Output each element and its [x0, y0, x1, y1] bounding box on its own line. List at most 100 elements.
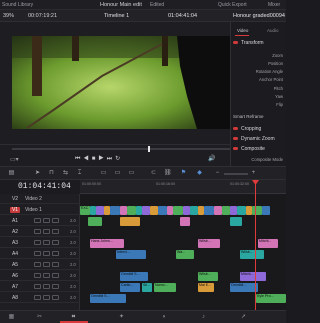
video-clip[interactable]	[173, 206, 183, 215]
mixer-button[interactable]: Mixer	[268, 2, 280, 8]
audio-clip[interactable]: Wilsb...	[198, 239, 220, 248]
video-clip[interactable]	[214, 206, 222, 215]
audio-clip[interactable]: Mitchl...	[240, 272, 266, 281]
video-clip[interactable]	[150, 206, 158, 215]
zoom-slider[interactable]	[224, 173, 248, 175]
track-buttons[interactable]	[34, 251, 64, 257]
audio-clip[interactable]: Mal E...	[198, 283, 214, 292]
flip-field[interactable]: Flip	[276, 102, 283, 107]
layout-icon[interactable]: ▤	[8, 170, 15, 177]
replace-icon[interactable]: ▭	[128, 170, 135, 177]
quick-export-button[interactable]: Quick Export	[218, 2, 247, 8]
audio-clip[interactable]	[180, 217, 190, 226]
video-clip[interactable]	[262, 206, 270, 215]
track-buttons[interactable]	[34, 262, 64, 268]
tab-video[interactable]: Video	[237, 28, 248, 33]
trim-icon[interactable]: ⊓	[48, 170, 55, 177]
track-header-a1[interactable]: A1 2.0	[0, 216, 80, 226]
fusion-icon[interactable]: ✦	[118, 314, 125, 321]
marker-icon[interactable]: ◆	[196, 170, 203, 177]
track-buttons[interactable]	[34, 295, 64, 301]
track-buttons[interactable]	[34, 240, 64, 246]
playhead[interactable]	[255, 180, 256, 310]
track-buttons[interactable]	[34, 273, 64, 279]
flag-icon[interactable]: ⚑	[180, 170, 187, 177]
audio-clip[interactable]: Intervi...	[116, 250, 146, 259]
video-clip[interactable]	[127, 206, 136, 215]
video-clip[interactable]	[142, 206, 150, 215]
track-header-a3[interactable]: A3 2.0	[0, 238, 80, 248]
video-clip[interactable]	[252, 206, 262, 215]
deliver-icon[interactable]: ➚	[240, 314, 247, 321]
track-buttons[interactable]	[34, 229, 64, 235]
audio-clip[interactable]: Wilsb...	[240, 250, 264, 259]
anchor-field[interactable]: Anchor Point	[259, 77, 283, 82]
zoom-in-icon[interactable]: +	[250, 170, 257, 177]
audio-clip[interactable]: Sil...	[142, 283, 152, 292]
zoom-out-icon[interactable]: −	[214, 170, 221, 177]
track-header-a6[interactable]: A6 2.0	[0, 271, 80, 281]
audio-clip[interactable]: Hans Johns...	[90, 239, 124, 248]
overwrite-icon[interactable]: ▭	[114, 170, 121, 177]
composite-mode-field[interactable]: Composite Mode	[251, 157, 283, 162]
position-field[interactable]: Position	[268, 61, 283, 66]
video-clip[interactable]	[110, 206, 120, 215]
audio-clip[interactable]: Omnibil S...	[120, 272, 148, 281]
audio-clip[interactable]: Carlin...	[120, 283, 140, 292]
zoom-field[interactable]: Zoom	[272, 53, 283, 58]
video-clip[interactable]	[222, 206, 230, 215]
cut-icon[interactable]: ✂	[36, 314, 43, 321]
audio-clip[interactable]	[120, 217, 140, 226]
tab-audio[interactable]: Audio	[267, 28, 279, 33]
toggle-icon[interactable]	[233, 137, 238, 141]
track-header-a5[interactable]: A5 2.0	[0, 260, 80, 270]
cropping-section[interactable]: Cropping	[233, 126, 285, 134]
audio-clip[interactable]: Mitchl...	[258, 239, 278, 248]
video-clip[interactable]	[96, 206, 104, 215]
video-clip[interactable]	[190, 206, 198, 215]
edit-icon[interactable]: ⌗	[70, 314, 77, 321]
scrub-handle[interactable]	[148, 146, 150, 152]
video-clip[interactable]	[204, 206, 214, 215]
audio-clip[interactable]: Omnibil S...	[90, 294, 126, 303]
video-clip[interactable]: EXC	[80, 206, 90, 215]
track-header-a4[interactable]: A4 2.0	[0, 249, 80, 259]
audio-clip[interactable]: Kyle Pro...	[256, 294, 286, 303]
selection-icon[interactable]: ➤	[34, 170, 41, 177]
video-clip[interactable]	[237, 206, 246, 215]
toggle-icon[interactable]	[233, 41, 238, 45]
video-clip[interactable]	[183, 206, 190, 215]
fairlight-icon[interactable]: ♪	[200, 314, 207, 321]
smart-reframe-section[interactable]: Smart Reframe	[233, 114, 285, 122]
composite-section[interactable]: Composite	[233, 146, 285, 154]
audio-clip[interactable]: Wilsb...	[198, 272, 218, 281]
audio-clip[interactable]	[230, 217, 242, 226]
toggle-icon[interactable]	[233, 147, 238, 151]
pitch-field[interactable]: Pitch	[274, 86, 283, 91]
track-buttons[interactable]	[34, 218, 64, 224]
transport-controls[interactable]: ⏮◀■▶⏭↻	[75, 155, 123, 163]
audio-clip[interactable]	[88, 217, 102, 226]
zoom-level[interactable]: 39%	[3, 13, 14, 19]
rotation-field[interactable]: Rotation Angle	[256, 69, 283, 74]
toggle-icon[interactable]	[233, 127, 238, 131]
dynamic-zoom-section[interactable]: Dynamic Zoom	[233, 136, 285, 144]
video-clip[interactable]	[158, 206, 167, 215]
track-header-a8[interactable]: A8 2.0	[0, 293, 80, 303]
color-icon[interactable]: ◑	[160, 314, 167, 321]
media-icon[interactable]: ▦	[8, 314, 15, 321]
viewer-options-icon[interactable]: ▭▾	[10, 156, 19, 163]
yaw-field[interactable]: Yaw	[275, 94, 283, 99]
sound-library-label[interactable]: Sound Library	[2, 2, 33, 8]
audio-clip[interactable]: Omnibil...	[230, 283, 258, 292]
track-header-v2[interactable]: V2 Video 2	[0, 194, 80, 204]
viewer-frame[interactable]	[12, 36, 230, 129]
track-header-a2[interactable]: A2 2.0	[0, 227, 80, 237]
audio-clip[interactable]: Nomo...	[154, 283, 176, 292]
track-header-v1[interactable]: V1 Video 1	[0, 205, 80, 215]
audio-clip[interactable]: Wa...	[176, 250, 194, 259]
sound-icon[interactable]: 🔊	[208, 155, 215, 162]
dynamic-trim-icon[interactable]: ⇆	[62, 170, 69, 177]
snap-icon[interactable]: ⊂	[150, 170, 157, 177]
insert-icon[interactable]: ▭	[100, 170, 107, 177]
